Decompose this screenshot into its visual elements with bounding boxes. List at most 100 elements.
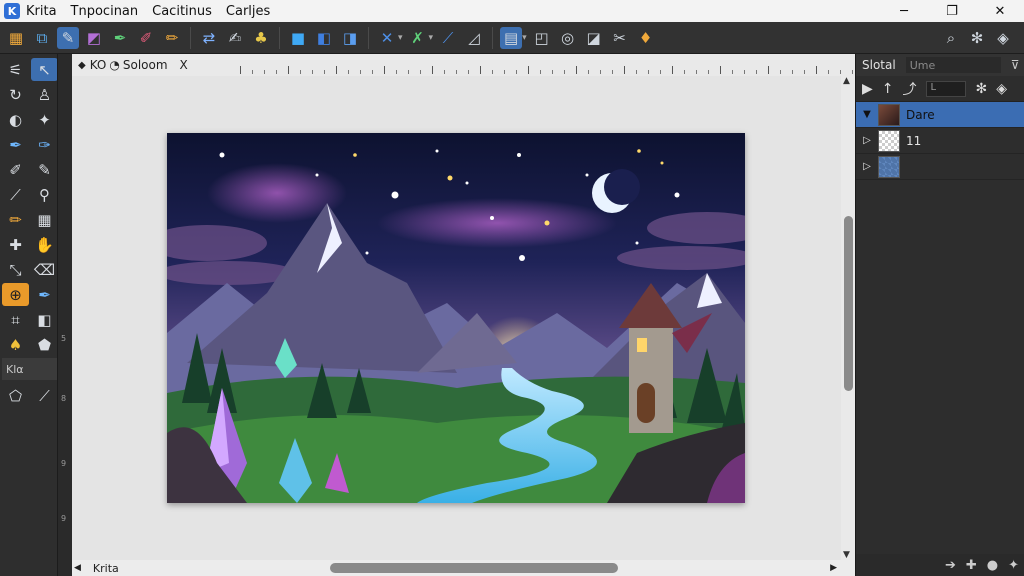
- clone-icon[interactable]: ⚲: [31, 183, 58, 206]
- ruler-tick: [732, 70, 733, 74]
- gear-icon[interactable]: ✻: [976, 81, 988, 97]
- freehand-icon[interactable]: ⚟: [2, 58, 29, 81]
- knife-icon[interactable]: ⟋: [2, 183, 29, 206]
- move-icon[interactable]: ♙: [31, 83, 58, 106]
- layer-row[interactable]: ▷: [856, 154, 1024, 180]
- ruler-tick: [672, 66, 673, 74]
- tab-close-icon[interactable]: X: [180, 58, 188, 72]
- line-icon[interactable]: ⟋: [31, 384, 58, 407]
- crop-icon[interactable]: ⌗: [2, 308, 29, 331]
- ruler-mark: 8: [61, 394, 67, 403]
- title-bar: K Krita Tnpocinan Cacitinus Carljes ─ ❐ …: [0, 0, 1024, 22]
- layer-expand-icon[interactable]: ▷: [856, 135, 878, 146]
- options-icon[interactable]: ◈: [996, 81, 1007, 97]
- transform-icon[interactable]: ⇄: [198, 27, 220, 49]
- arrow-right-icon[interactable]: ➔: [945, 558, 956, 573]
- pen-angle-icon[interactable]: ✗: [407, 27, 429, 49]
- filter-icon[interactable]: ◧: [31, 308, 58, 331]
- vertical-scroll-thumb[interactable]: [844, 216, 853, 391]
- transform-rotate-icon[interactable]: ↻: [2, 83, 29, 106]
- plus-icon[interactable]: ✚: [2, 233, 29, 256]
- layer-row[interactable]: ▷ 11: [856, 128, 1024, 154]
- brush-preset-icon[interactable]: ✎: [57, 26, 79, 49]
- menu-2[interactable]: Cacitinus: [152, 4, 212, 19]
- layout-icon[interactable]: ◎: [557, 27, 579, 49]
- layer-row[interactable]: ▼ Dare: [856, 102, 1024, 128]
- grid-icon[interactable]: ▦: [31, 208, 58, 231]
- ellipse-icon[interactable]: ◐: [2, 108, 29, 131]
- docker-search-input[interactable]: Ume: [905, 57, 1001, 73]
- layer-filter-field[interactable]: L: [925, 80, 966, 97]
- maximize-button[interactable]: ❐: [928, 0, 976, 22]
- brush-icon[interactable]: ✦: [31, 108, 58, 131]
- more-icon[interactable]: ✦: [1008, 558, 1019, 573]
- ruler-tick: [456, 70, 457, 74]
- ruler-tick: [240, 66, 241, 74]
- pencil-icon[interactable]: ✏: [2, 208, 29, 231]
- artwork-image[interactable]: [167, 133, 745, 503]
- play-icon[interactable]: ▶: [862, 81, 873, 97]
- branch-icon[interactable]: ⤴: [903, 79, 917, 99]
- line-icon[interactable]: ⟋: [437, 27, 459, 49]
- settings-icon[interactable]: ✻: [966, 27, 988, 49]
- close-button[interactable]: ✕: [976, 0, 1024, 22]
- bucket-icon[interactable]: ♠: [2, 333, 29, 356]
- blend-icon[interactable]: ◨: [339, 27, 361, 49]
- pen-icon[interactable]: ✒: [2, 133, 29, 156]
- layer-expand-icon[interactable]: ▷: [856, 161, 878, 172]
- layers-icon[interactable]: ◧: [313, 27, 335, 49]
- cross-icon[interactable]: ✕: [376, 27, 398, 49]
- square-icon[interactable]: ■: [287, 27, 309, 49]
- add-layer-icon[interactable]: ✚: [966, 558, 977, 573]
- menu-3[interactable]: Carljes: [226, 4, 270, 19]
- search-icon[interactable]: ⌕: [940, 27, 962, 49]
- copy-icon[interactable]: ◰: [531, 27, 553, 49]
- toolbar-divider: [492, 26, 494, 49]
- select-arrow-icon[interactable]: ↖: [31, 58, 58, 81]
- ink-pen-icon[interactable]: ✑: [31, 133, 58, 156]
- zoom-icon[interactable]: ⊕: [2, 283, 29, 306]
- shape-icon[interactable]: ⬟: [31, 333, 58, 356]
- toolbar-divider: [190, 26, 191, 49]
- open-icon[interactable]: ⧉: [31, 27, 53, 49]
- document-tab[interactable]: ◆ KO ◔ Soloom X: [72, 54, 200, 76]
- menu-1[interactable]: Tnpocinan: [71, 4, 139, 19]
- minimize-button[interactable]: ─: [880, 0, 928, 22]
- ruler-tick: [660, 70, 661, 74]
- measure-icon[interactable]: ⤡: [2, 258, 29, 281]
- eraser-icon[interactable]: ⌫: [31, 258, 58, 281]
- fill-icon[interactable]: ✋: [31, 233, 58, 256]
- arrow-up-icon[interactable]: ↑: [882, 81, 894, 97]
- slash-icon[interactable]: ◿: [463, 27, 485, 49]
- airbrush-icon[interactable]: ✎: [31, 158, 58, 181]
- smudge-icon[interactable]: ✐: [2, 158, 29, 181]
- dropdown-caret-icon[interactable]: ▾: [522, 33, 527, 43]
- frame-icon[interactable]: ▤: [500, 26, 523, 49]
- layer-visibility-icon[interactable]: ▼: [856, 109, 878, 120]
- docker-menu-icon[interactable]: ⊽: [1011, 58, 1020, 72]
- toolbox-icon[interactable]: ◈: [992, 27, 1014, 49]
- bucket-icon[interactable]: ♦: [635, 27, 657, 49]
- gradient-icon[interactable]: ◩: [83, 27, 105, 49]
- edit-icon[interactable]: ✍: [224, 27, 246, 49]
- scroll-right-icon[interactable]: ▶: [830, 563, 837, 573]
- dropdown-caret-icon[interactable]: ▾: [398, 33, 403, 43]
- palette-icon[interactable]: ♣: [250, 27, 272, 49]
- ruler-tick: [528, 66, 529, 74]
- scroll-down-icon[interactable]: ▼: [843, 550, 850, 560]
- ruler-tick: [324, 70, 325, 74]
- stack-icon[interactable]: ◪: [583, 27, 605, 49]
- scroll-up-icon[interactable]: ▲: [843, 76, 850, 86]
- shape-icon[interactable]: ⬠: [2, 384, 29, 407]
- scroll-left-icon[interactable]: ◀: [74, 563, 81, 573]
- horizontal-scroll-thumb[interactable]: [330, 563, 618, 573]
- marker-icon[interactable]: ✐: [135, 27, 157, 49]
- dropdown-caret-icon[interactable]: ▾: [429, 33, 434, 43]
- pencil-icon[interactable]: ✏: [161, 27, 183, 49]
- pen-icon[interactable]: ✒: [109, 27, 131, 49]
- crosshair-icon[interactable]: ✂: [609, 27, 631, 49]
- pen-blue-icon[interactable]: ✒: [31, 283, 58, 306]
- vertical-scrollbar[interactable]: ▲ ▼: [841, 76, 855, 560]
- info-icon[interactable]: ●: [987, 558, 998, 573]
- new-document-icon[interactable]: ▦: [5, 27, 27, 49]
